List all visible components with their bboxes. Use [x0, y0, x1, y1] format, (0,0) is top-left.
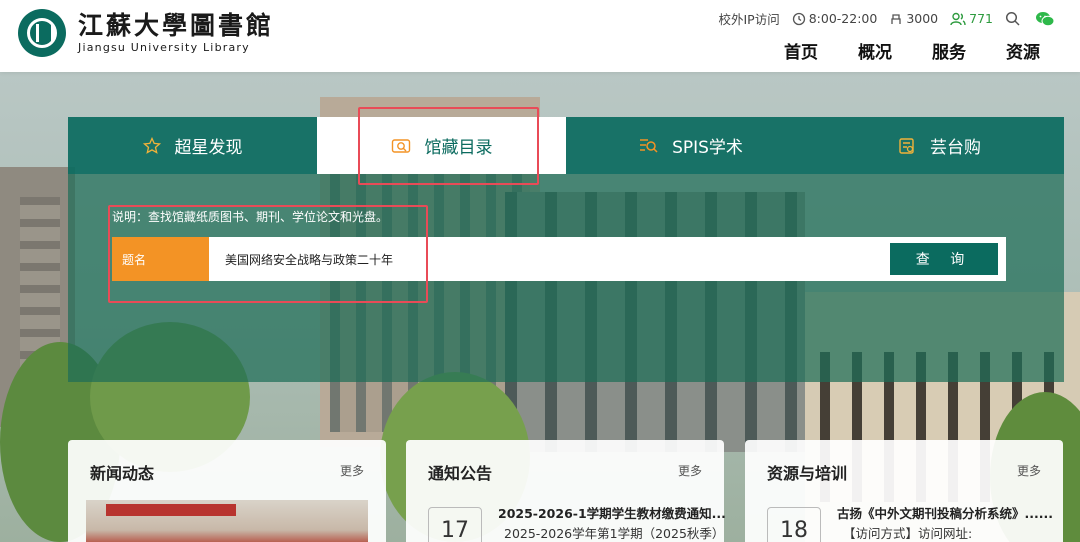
logo-name-cn: 江蘇大學圖書館 [78, 11, 275, 40]
tab-label: SPIS学术 [672, 138, 743, 158]
nav-item-home[interactable]: 首页 [784, 38, 818, 63]
resource-card: 资源与培训 更多 18 古扬《中外文期刊投稿分析系统》...... 【访问方式】… [745, 440, 1063, 542]
nav-item-resources[interactable]: 资源 [1006, 38, 1040, 63]
more-link[interactable]: 更多 [678, 462, 702, 479]
notice-item-summary: 2025-2026学年第1学期（2025秋季） [504, 526, 725, 541]
opening-hours-text: 8:00-22:00 [808, 11, 878, 26]
wechat-icon [1036, 11, 1055, 26]
users-icon [950, 12, 966, 25]
search-button[interactable]: 查 询 [890, 243, 998, 275]
news-photo[interactable] [86, 500, 368, 542]
seat-count-text: 3000 [906, 11, 939, 26]
notice-item-title[interactable]: 2025-2026-1学期学生教材缴费通知... [498, 503, 726, 522]
online-count-text: 771 [969, 11, 993, 26]
catalog-icon [391, 138, 410, 153]
nav-item-services[interactable]: 服务 [932, 38, 966, 63]
wechat-button[interactable] [1035, 11, 1058, 27]
tab-spis-academic[interactable]: SPIS学术 [566, 117, 815, 174]
seat-count: 3000 [889, 11, 938, 26]
search-tabs: 超星发现 馆藏目录 SPIS学术 芸台购 [68, 117, 1064, 174]
tab-chaoxing-discovery[interactable]: 超星发现 [68, 117, 317, 174]
search-field-select[interactable]: 题名 [112, 237, 209, 281]
resource-item-summary: 【访问方式】访问网址: [843, 526, 973, 541]
clock-icon [792, 12, 805, 25]
shop-icon [899, 137, 914, 154]
more-link[interactable]: 更多 [1017, 462, 1041, 479]
more-link[interactable]: 更多 [340, 462, 364, 479]
main-nav: 首页 概况 服务 资源 [744, 38, 1040, 63]
library-logo[interactable]: 江蘇大學圖書館 Jiangsu University Library [18, 9, 274, 57]
date-badge: 17 [428, 507, 482, 542]
opening-hours: 8:00-22:00 [792, 11, 878, 26]
date-badge: 18 [767, 507, 821, 542]
nav-item-overview[interactable]: 概况 [858, 38, 892, 63]
card-title: 资源与培训 [767, 464, 848, 483]
tab-yuntaigou[interactable]: 芸台购 [815, 117, 1064, 174]
seat-icon [891, 13, 901, 24]
search-hint: 说明：查找馆藏纸质图书、期刊、学位论文和光盘。 [112, 210, 389, 224]
search-icon [1005, 11, 1020, 26]
search-input[interactable] [209, 237, 890, 281]
catalog-search-bar: 题名 查 询 [112, 237, 1006, 281]
offcampus-access-link[interactable]: 校外IP访问 [718, 9, 779, 28]
tab-label: 馆藏目录 [424, 138, 493, 158]
news-card: 新闻动态 更多 [68, 440, 386, 542]
resource-item-title[interactable]: 古扬《中外文期刊投稿分析系统》...... [837, 503, 1053, 522]
tab-label: 芸台购 [930, 138, 981, 158]
card-title: 通知公告 [428, 464, 493, 483]
site-header: 江蘇大學圖書館 Jiangsu University Library 校外IP访… [0, 0, 1080, 72]
star-icon [142, 136, 161, 154]
top-utility-bar: 校外IP访问 8:00-22:00 3000 771 [706, 9, 1058, 28]
tab-label: 超星发现 [174, 138, 243, 158]
online-count: 771 [950, 11, 993, 26]
tab-library-catalog[interactable]: 馆藏目录 [317, 117, 566, 174]
notice-card: 通知公告 更多 17 2025-2026-1学期学生教材缴费通知... 2025… [406, 440, 726, 542]
spis-icon [640, 138, 658, 153]
card-title: 新闻动态 [90, 464, 155, 483]
site-search-button[interactable] [1005, 11, 1023, 26]
library-emblem-icon [18, 9, 66, 57]
logo-name-en: Jiangsu University Library [78, 41, 250, 54]
